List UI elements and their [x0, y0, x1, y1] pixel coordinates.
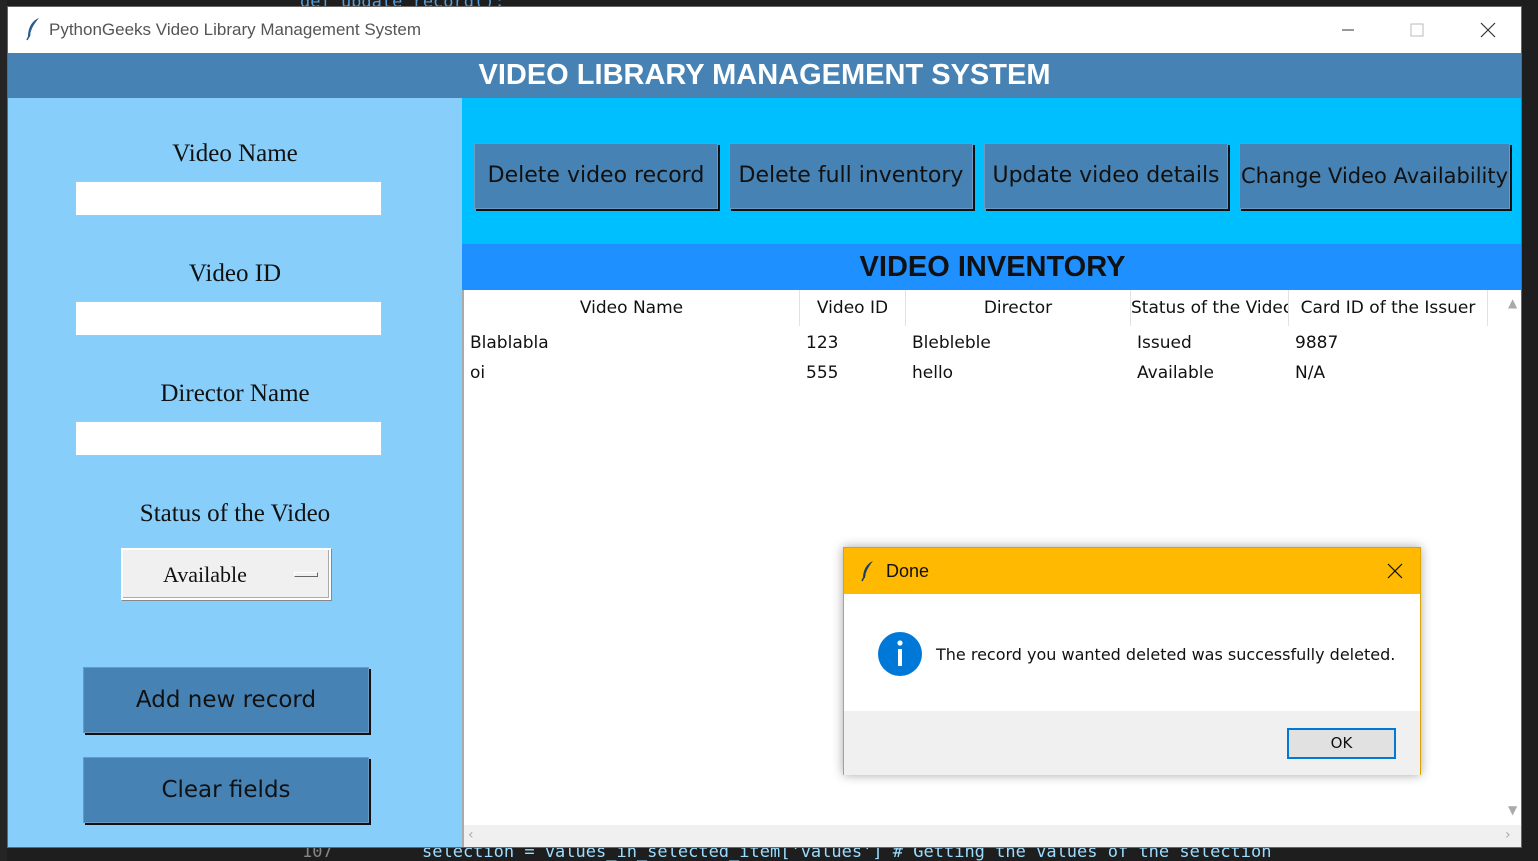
- maximize-icon: [1410, 23, 1424, 37]
- feather-icon: [26, 18, 39, 41]
- director-name-input[interactable]: [75, 421, 382, 456]
- update-details-button[interactable]: Update video details: [984, 143, 1228, 209]
- close-icon: [1480, 22, 1496, 38]
- cell-video-id: 123: [806, 333, 839, 353]
- horizontal-scrollbar[interactable]: ‹ ›: [464, 825, 1521, 847]
- status-label: Status of the Video: [139, 500, 331, 527]
- column-header-status[interactable]: Status of the Videc: [1131, 290, 1289, 326]
- close-button[interactable]: [1465, 13, 1511, 47]
- cell-video-id: 555: [806, 363, 839, 383]
- info-dialog: Done The record you wanted deleted was s…: [843, 547, 1421, 775]
- table-row[interactable]: oi 555 hello Available N/A: [464, 358, 1488, 388]
- cell-status: Issued: [1137, 333, 1192, 353]
- dialog-footer: OK: [844, 711, 1420, 775]
- minimize-icon: [1342, 29, 1354, 31]
- actions-panel: Delete video record Delete full inventor…: [462, 98, 1521, 244]
- video-id-label: Video ID: [188, 260, 282, 287]
- cell-video-name: Blablabla: [470, 333, 549, 353]
- clear-fields-button[interactable]: Clear fields: [83, 757, 369, 823]
- window-title: PythonGeeks Video Library Management Sys…: [49, 20, 421, 39]
- info-icon: [878, 632, 922, 676]
- status-dropdown[interactable]: Available: [121, 548, 331, 600]
- status-dropdown-value: Available: [163, 562, 247, 587]
- table-header: Video Name Video ID Director Status of t…: [464, 290, 1488, 326]
- add-record-button[interactable]: Add new record: [83, 667, 369, 733]
- scroll-up-icon[interactable]: ▲: [1508, 296, 1517, 310]
- ok-button[interactable]: OK: [1287, 728, 1396, 759]
- app-header: VIDEO LIBRARY MANAGEMENT SYSTEM: [8, 53, 1521, 98]
- cell-video-name: oi: [470, 363, 486, 383]
- dialog-message: The record you wanted deleted was succes…: [936, 645, 1396, 664]
- video-name-label: Video Name: [172, 140, 298, 167]
- scroll-right-icon[interactable]: ›: [1505, 827, 1511, 843]
- video-name-input[interactable]: [75, 181, 382, 216]
- background-right-strip: [1522, 0, 1538, 861]
- cell-director: hello: [912, 363, 954, 383]
- inventory-title: VIDEO INVENTORY: [462, 244, 1521, 290]
- change-availability-button[interactable]: Change Video Availability: [1239, 143, 1510, 209]
- vertical-scrollbar[interactable]: ▲ ▼: [1504, 290, 1521, 823]
- background-left-strip: [0, 0, 7, 861]
- cell-director: Blebleble: [912, 333, 991, 353]
- dialog-titlebar[interactable]: Done: [844, 548, 1420, 594]
- column-header-director[interactable]: Director: [906, 290, 1131, 326]
- video-id-input[interactable]: [75, 301, 382, 336]
- maximize-button[interactable]: [1394, 13, 1440, 47]
- feather-icon: [861, 561, 873, 582]
- delete-record-button[interactable]: Delete video record: [474, 143, 718, 209]
- table-row[interactable]: Blablabla 123 Blebleble Issued 9887: [464, 328, 1488, 358]
- close-icon: [1387, 563, 1403, 579]
- minimize-button[interactable]: [1325, 13, 1371, 47]
- scroll-left-icon[interactable]: ‹: [468, 827, 474, 843]
- entry-form-panel: Video Name Video ID Director Name Status…: [8, 98, 462, 847]
- dropdown-indicator-icon: [294, 572, 318, 577]
- column-header-card-id[interactable]: Card ID of the Issuer: [1289, 290, 1488, 326]
- delete-inventory-button[interactable]: Delete full inventory: [729, 143, 973, 209]
- dialog-title: Done: [886, 561, 930, 581]
- scroll-down-icon[interactable]: ▼: [1508, 803, 1517, 817]
- column-header-video-id[interactable]: Video ID: [800, 290, 906, 326]
- cell-status: Available: [1137, 363, 1214, 383]
- dialog-close-button[interactable]: [1374, 556, 1416, 586]
- window-titlebar[interactable]: PythonGeeks Video Library Management Sys…: [8, 7, 1521, 53]
- cell-card-id: 9887: [1295, 333, 1339, 353]
- director-name-label: Director Name: [160, 380, 310, 407]
- column-header-video-name[interactable]: Video Name: [464, 290, 800, 326]
- cell-card-id: N/A: [1295, 363, 1326, 383]
